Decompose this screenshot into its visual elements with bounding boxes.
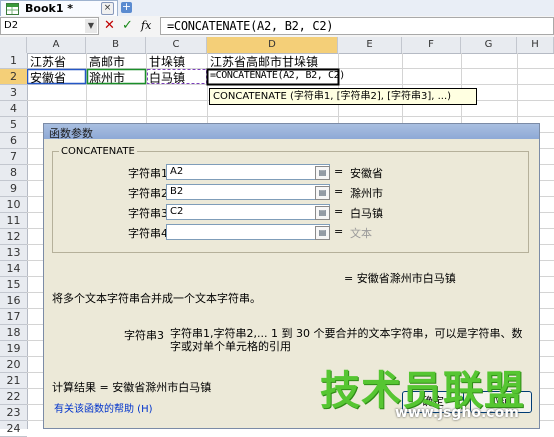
collapse-dialog-icon[interactable]: ▤ xyxy=(315,186,330,200)
arg-result: 安徽省 xyxy=(350,167,383,180)
row-header[interactable]: 20 xyxy=(0,357,27,373)
function-tooltip: CONCATENATE (字符串1, [字符串2], [字符串3], ...) xyxy=(209,88,477,105)
cell-a1[interactable]: 江苏省 xyxy=(30,53,66,70)
arg-input-2[interactable]: B2 xyxy=(166,184,330,200)
row-header[interactable]: 24 xyxy=(0,421,27,437)
row-header[interactable]: 9 xyxy=(0,181,27,197)
arg-help-text: 字符串1,字符串2,... 1 到 30 个要合并的文本字符串，可以是字符串、数… xyxy=(170,327,523,353)
insert-function-button[interactable]: fx xyxy=(141,19,151,32)
column-header-e[interactable]: E xyxy=(338,37,402,53)
arg-equals: = xyxy=(334,185,344,198)
formula-text: =CONCATENATE(A2, B2, C2) xyxy=(167,19,334,33)
formula-result-preview: = 安徽省滁州市白马镇 xyxy=(344,272,456,285)
new-tab-icon[interactable]: + xyxy=(121,1,132,13)
chevron-down-icon[interactable]: ▼ xyxy=(85,19,97,33)
row-header[interactable]: 11 xyxy=(0,213,27,229)
cell-b1[interactable]: 高邮市 xyxy=(89,53,125,70)
enter-icon[interactable]: ✓ xyxy=(122,18,133,33)
arg-label: 字符串3 xyxy=(128,207,168,220)
name-box-value: D2 xyxy=(4,20,19,31)
column-header-b[interactable]: B xyxy=(86,37,146,53)
dialog-titlebar[interactable]: 函数参数 xyxy=(44,124,539,140)
row-header[interactable]: 12 xyxy=(0,229,27,245)
row-header[interactable]: 23 xyxy=(0,405,27,421)
row-header[interactable]: 5 xyxy=(0,117,27,133)
arg-label: 字符串4 xyxy=(128,227,168,240)
row-header[interactable]: 17 xyxy=(0,309,27,325)
arg-result: 白马镇 xyxy=(350,207,383,220)
calc-result: 计算结果 = 安徽省滁州市白马镇 xyxy=(52,381,212,394)
cell-c1[interactable]: 甘垛镇 xyxy=(149,53,185,70)
arg-input-1[interactable]: A2 xyxy=(166,164,330,180)
arg-label: 字符串2 xyxy=(128,187,168,200)
cell-a2[interactable]: 安徽省 xyxy=(30,69,66,86)
help-link[interactable]: 有关该函数的帮助 (H) xyxy=(54,400,153,415)
row-header[interactable]: 21 xyxy=(0,373,27,389)
row-header[interactable]: 14 xyxy=(0,261,27,277)
cell-d2[interactable]: =CONCATENATE(A2, B2, C2) xyxy=(210,70,345,81)
name-box[interactable]: D2 ▼ xyxy=(0,17,99,35)
cell-b2[interactable]: 滁州市 xyxy=(89,69,125,86)
select-all-corner[interactable] xyxy=(0,37,27,53)
arg-result: 文本 xyxy=(350,227,372,240)
column-header-f[interactable]: F xyxy=(402,37,461,53)
arg-equals: = xyxy=(334,205,344,218)
column-header-g[interactable]: G xyxy=(461,37,517,53)
row-header[interactable]: 22 xyxy=(0,389,27,405)
arg-equals: = xyxy=(334,225,344,238)
cell-c2[interactable]: 白马镇 xyxy=(149,69,185,86)
tab-close-icon[interactable]: × xyxy=(101,2,114,15)
cell-d1[interactable]: 江苏省高邮市甘垛镇 xyxy=(210,53,318,70)
arg-equals: = xyxy=(334,165,344,178)
collapse-dialog-icon[interactable]: ▤ xyxy=(315,166,330,180)
row-header[interactable]: 6 xyxy=(0,133,27,149)
watermark-url: www.jsgho.com xyxy=(395,405,519,421)
row-header[interactable]: 4 xyxy=(0,101,27,117)
row-header[interactable]: 16 xyxy=(0,293,27,309)
row-header[interactable]: 7 xyxy=(0,149,27,165)
column-header-h[interactable]: H xyxy=(517,37,554,53)
row-header[interactable]: 19 xyxy=(0,341,27,357)
arg-label: 字符串1 xyxy=(128,167,168,180)
arg-input-3[interactable]: C2 xyxy=(166,204,330,220)
dialog-title: 函数参数 xyxy=(49,127,93,140)
tab-title: Book1 * xyxy=(25,2,74,15)
row-header[interactable]: 13 xyxy=(0,245,27,261)
arg-help-name: 字符串3 xyxy=(124,329,164,342)
row-header[interactable]: 3 xyxy=(0,85,27,101)
row-header[interactable]: 1 xyxy=(0,53,27,69)
function-description: 将多个文本字符串合并成一个文本字符串。 xyxy=(52,292,261,305)
arg-input-4[interactable] xyxy=(166,224,330,240)
column-header-c[interactable]: C xyxy=(146,37,207,53)
row-header[interactable]: 2 xyxy=(0,69,27,85)
collapse-dialog-icon[interactable]: ▤ xyxy=(315,226,330,240)
row-header[interactable]: 10 xyxy=(0,197,27,213)
row-header[interactable]: 8 xyxy=(0,165,27,181)
formula-input[interactable]: =CONCATENATE(A2, B2, C2) xyxy=(160,17,554,35)
row-header[interactable]: 18 xyxy=(0,325,27,341)
collapse-dialog-icon[interactable]: ▤ xyxy=(315,206,330,220)
row-header[interactable]: 15 xyxy=(0,277,27,293)
arg-result: 滁州市 xyxy=(350,187,383,200)
column-header-d[interactable]: D xyxy=(207,37,338,53)
cancel-icon[interactable]: ✕ xyxy=(104,18,115,33)
function-name: CONCATENATE xyxy=(59,146,137,157)
column-header-a[interactable]: A xyxy=(27,37,86,53)
